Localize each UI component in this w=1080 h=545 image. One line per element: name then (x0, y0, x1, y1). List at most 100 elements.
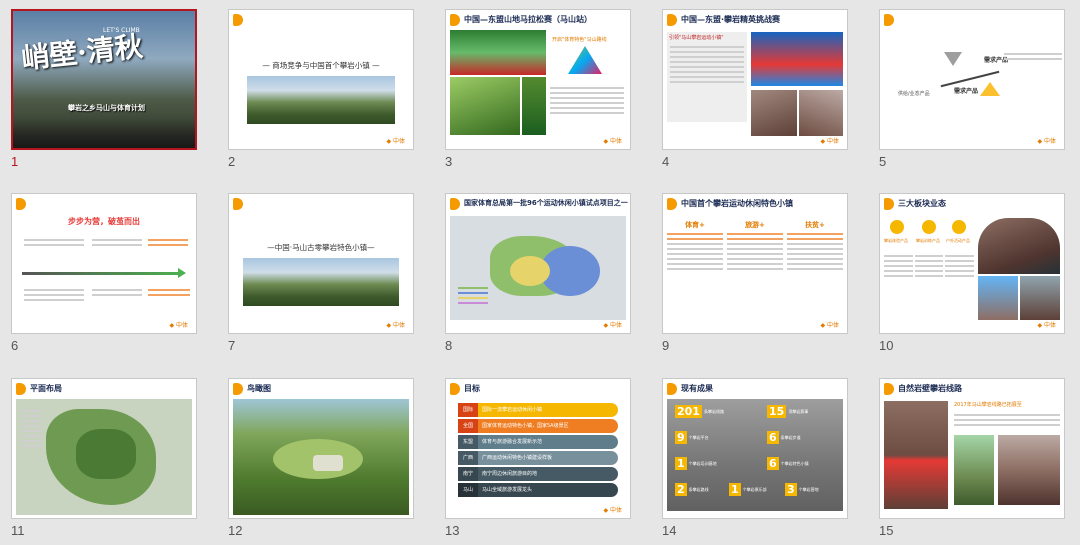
slide-header: 目标 (464, 384, 480, 393)
slide-header: 中国首个攀岩运动休闲特色小镇 (681, 199, 793, 208)
body-text (550, 84, 624, 117)
slide-thumb-7[interactable]: —中国·马山古零攀岩特色小镇— ◆ 中体 7 (217, 184, 434, 360)
slide-3[interactable]: 中国—东盟山地马拉松赛（马山站） 开启"体育特色"马山路线 ◆ 中体 (445, 9, 631, 150)
slide-thumb-6[interactable]: 步步为营，破茧而出 ◆ 中体 6 (0, 184, 217, 360)
slide-thumb-2[interactable]: — 商场竞争与中国首个攀岩小镇 — ◆ 中体 2 (217, 0, 434, 176)
goal-list: 国际 国际一流攀岩运动休闲小镇 全国 国家体育运动特色小镇，国家5A级景区 东盟… (458, 403, 618, 497)
col-tourism: 旅游+ (727, 220, 783, 320)
slide-thumb-8[interactable]: 国家体育总局第一批96个运动休闲小镇试点项目之一 ◆ 中体 8 (434, 184, 651, 360)
slide-thumb-4[interactable]: 中国—东盟·攀岩精英挑战赛 引领"马山攀岩运动小镇" ◆ 中体 4 (651, 0, 868, 176)
brand-logo-icon (884, 383, 894, 395)
slide-thumb-3[interactable]: 中国—东盟山地马拉松赛（马山站） 开启"体育特色"马山路线 ◆ 中体 3 (434, 0, 651, 176)
slide-thumb-10[interactable]: 三大板块业态 攀岩体验产品 攀岩训练产品 户外活动产品 ◆ 中体 10 (868, 184, 1080, 360)
slide-number: 1 (11, 154, 19, 169)
rockface-photo (998, 435, 1060, 505)
slide-12[interactable]: 鸟瞰图 (228, 378, 414, 519)
rock-foreground (13, 118, 195, 148)
goal-row: 南宁 南宁周边休闲旅游目的地 (458, 467, 618, 481)
slide-number: 3 (445, 154, 453, 169)
zoning-map (450, 216, 626, 320)
slide-header: 自然岩壁攀岩线路 (898, 384, 962, 393)
slide-number: 15 (879, 523, 894, 538)
climb-photo-1 (978, 276, 1018, 320)
highlight-text: 引领"马山攀岩运动小镇" (669, 35, 724, 41)
slide-thumb-13[interactable]: 目标 国际 国际一流攀岩运动休闲小镇 全国 国家体育运动特色小镇，国家5A级景区… (434, 369, 651, 545)
slide-thumb-9[interactable]: 中国首个攀岩运动休闲特色小镇 体育+ 旅游+ 扶贫+ ◆ 中体 9 (651, 184, 868, 360)
aerial-view-photo (233, 399, 409, 515)
climber-photo (884, 401, 948, 509)
slide-thumb-5[interactable]: 需求产品 供给/业态产品 需求产品 ◆ 中体 5 (868, 0, 1080, 176)
footer-brand: ◆ 中体 (820, 138, 839, 145)
brand-logo-icon (233, 198, 243, 210)
subtitle: 攀岩之乡马山与体育计划 (68, 104, 145, 112)
col-sport: 体育+ (667, 220, 723, 320)
slide-1[interactable]: 峭壁·清秋 LET'S CLIMB 攀岩之乡马山与体育计划 (11, 9, 197, 150)
cave-photo (978, 218, 1060, 274)
down-arrow-icon (944, 52, 962, 66)
slide-13[interactable]: 目标 国际 国际一流攀岩运动休闲小镇 全国 国家体育运动特色小镇，国家5A级景区… (445, 378, 631, 519)
slide-number: 8 (445, 338, 453, 353)
slide-sorter-grid: 峭壁·清秋 LET'S CLIMB 攀岩之乡马山与体育计划 1 — 商场竞争与中… (0, 0, 1080, 538)
climb-photo-1 (751, 90, 797, 136)
slide-4[interactable]: 中国—东盟·攀岩精英挑战赛 引领"马山攀岩运动小镇" ◆ 中体 (662, 9, 848, 150)
brand-logo-icon (667, 383, 677, 395)
slide-header: 平面布局 (30, 384, 62, 393)
highlight-text: 开启"体育特色"马山路线 (552, 37, 607, 43)
slide-number: 9 (662, 338, 670, 353)
slide-title: —中国·马山古零攀岩特色小镇— (267, 243, 375, 252)
slide-thumb-1[interactable]: 峭壁·清秋 LET'S CLIMB 攀岩之乡马山与体育计划 1 (0, 0, 217, 176)
slide-2[interactable]: — 商场竞争与中国首个攀岩小镇 — ◆ 中体 (228, 9, 414, 150)
climb-photo-2 (1020, 276, 1060, 320)
goal-row: 东盟 体育与旅游融合发展新示范 (458, 435, 618, 449)
side-text (1004, 50, 1062, 63)
site-plan-map (16, 399, 192, 515)
brand-logo-icon (16, 383, 26, 395)
label-left: 供给/业态产品 (898, 91, 930, 97)
landscape-photo (243, 258, 399, 306)
slide-5[interactable]: 需求产品 供给/业态产品 需求产品 ◆ 中体 (879, 9, 1065, 150)
slide-6[interactable]: 步步为营，破茧而出 ◆ 中体 (11, 193, 197, 334)
slide-thumb-14[interactable]: 现有成果 201 条攀岩线路 15 项攀岩赛事 9 个攀岩平台 6 条攀岩步道 1 个攀岩… (651, 369, 868, 545)
goal-row: 马山 马山全域旅游发展龙头 (458, 483, 618, 497)
label-right: 需求产品 (954, 88, 979, 95)
road-photo (450, 77, 520, 135)
circle-icon-2 (922, 220, 936, 234)
runner-photo (522, 77, 546, 135)
footer-brand: ◆ 中体 (603, 507, 622, 514)
footer-brand: ◆ 中体 (1037, 138, 1056, 145)
circle-icon-1 (890, 220, 904, 234)
slide-header: 鸟瞰图 (247, 384, 271, 393)
landscape-photo (247, 76, 395, 124)
footer-brand: ◆ 中体 (1037, 322, 1056, 329)
slide-number: 4 (662, 154, 670, 169)
slide-header: 中国—东盟山地马拉松赛（马山站） (464, 15, 592, 24)
brand-logo-icon (667, 14, 677, 26)
slide-thumb-11[interactable]: 平面布局 11 (0, 369, 217, 545)
slide-number: 13 (445, 523, 460, 538)
slide-number: 5 (879, 154, 887, 169)
slide-10[interactable]: 三大板块业态 攀岩体验产品 攀岩训练产品 户外活动产品 ◆ 中体 (879, 193, 1065, 334)
slide-thumb-12[interactable]: 鸟瞰图 12 (217, 369, 434, 545)
item-3: 户外活动产品 (946, 238, 970, 243)
brand-logo-icon (450, 198, 460, 210)
footer-brand: ◆ 中体 (603, 138, 622, 145)
arrow-right-icon (178, 268, 186, 278)
slide-number: 12 (228, 523, 243, 538)
slide-number: 7 (228, 338, 236, 353)
slide-14[interactable]: 现有成果 201 条攀岩线路 15 项攀岩赛事 9 个攀岩平台 6 条攀岩步道 1 个攀岩… (662, 378, 848, 519)
slide-number: 11 (11, 523, 25, 538)
slide-15[interactable]: 自然岩壁攀岩线路 2017年马山攀岩线路已拓展至 (879, 378, 1065, 519)
slide-number: 6 (11, 338, 19, 353)
camp-logo-icon (568, 46, 602, 74)
slide-thumb-15[interactable]: 自然岩壁攀岩线路 2017年马山攀岩线路已拓展至 15 (868, 369, 1080, 545)
slide-11[interactable]: 平面布局 (11, 378, 197, 519)
slide-9[interactable]: 中国首个攀岩运动休闲特色小镇 体育+ 旅游+ 扶贫+ ◆ 中体 (662, 193, 848, 334)
slide-number: 2 (228, 154, 236, 169)
brand-logo-icon (233, 14, 243, 26)
col-poverty: 扶贫+ (787, 220, 843, 320)
brand-logo-icon (450, 383, 460, 395)
slide-8[interactable]: 国家体育总局第一批96个运动休闲小镇试点项目之一 ◆ 中体 (445, 193, 631, 334)
footer-brand: ◆ 中体 (386, 322, 405, 329)
stats-background: 201 条攀岩线路 15 项攀岩赛事 9 个攀岩平台 6 条攀岩步道 1 个攀岩培训基地 … (667, 399, 843, 511)
slide-7[interactable]: —中国·马山古零攀岩特色小镇— ◆ 中体 (228, 193, 414, 334)
